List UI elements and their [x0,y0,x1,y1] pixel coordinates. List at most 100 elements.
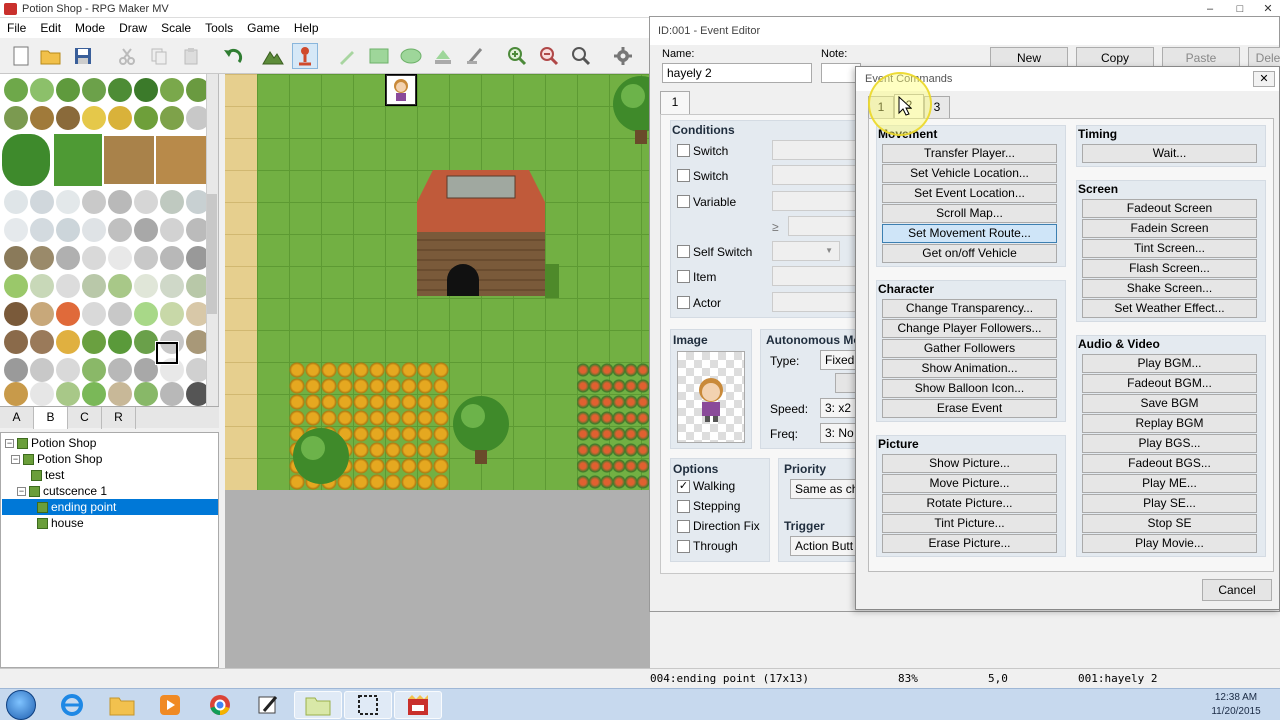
play-me-button[interactable]: Play ME... [1082,474,1257,493]
gather-followers-button[interactable]: Gather Followers [882,339,1057,358]
pencil-icon[interactable] [334,43,360,69]
self-switch-checkbox[interactable] [677,245,690,258]
through-checkbox[interactable] [677,540,690,553]
tileset-tab-c[interactable]: C [68,407,102,429]
stepping-checkbox[interactable] [677,500,690,513]
rotate-picture-button[interactable]: Rotate Picture... [882,494,1057,513]
show-balloon-icon-button[interactable]: Show Balloon Icon... [882,379,1057,398]
erase-event-button[interactable]: Erase Event [882,399,1057,418]
switch2-checkbox[interactable] [677,169,690,182]
tileset-palette[interactable] [0,74,219,406]
change-transparency-button[interactable]: Change Transparency... [882,299,1057,318]
database-icon[interactable] [610,43,636,69]
variable-select[interactable] [772,191,862,211]
map-canvas[interactable] [225,74,650,490]
tileset-tab-b[interactable]: B [34,407,68,429]
clock-date[interactable]: 11/20/2015 [1206,706,1266,717]
tree-item-house[interactable]: house [37,515,84,531]
editor-icon[interactable] [244,691,292,719]
transfer-player-button[interactable]: Transfer Player... [882,144,1057,163]
erase-picture-button[interactable]: Erase Picture... [882,534,1057,553]
tree-item-test[interactable]: test [31,467,64,483]
play-se-button[interactable]: Play SE... [1082,494,1257,513]
tileset-tab-a[interactable]: A [0,407,34,429]
variable-checkbox[interactable] [677,195,690,208]
shadow-pen-icon[interactable] [462,43,488,69]
undo-icon[interactable] [220,43,246,69]
save-bgm-button[interactable]: Save BGM [1082,394,1257,413]
cancel-button[interactable]: Cancel [1202,579,1272,601]
ellipse-icon[interactable] [398,43,424,69]
fill-icon[interactable] [430,43,456,69]
switch2-select[interactable] [772,165,862,185]
menu-tools[interactable]: Tools [198,21,240,35]
change-player-followers-button[interactable]: Change Player Followers... [882,319,1057,338]
replay-bgm-button[interactable]: Replay BGM [1082,414,1257,433]
menu-scale[interactable]: Scale [154,21,198,35]
get-on-off-vehicle-button[interactable]: Get on/off Vehicle [882,244,1057,263]
play-movie-button[interactable]: Play Movie... [1082,534,1257,553]
switch1-checkbox[interactable] [677,144,690,157]
variable-value[interactable] [788,216,862,236]
play-bgm-button[interactable]: Play BGM... [1082,354,1257,373]
show-animation-button[interactable]: Show Animation... [882,359,1057,378]
fadeout-bgs-button[interactable]: Fadeout BGS... [1082,454,1257,473]
menu-edit[interactable]: Edit [33,21,68,35]
snipping-tool-icon[interactable] [344,691,392,719]
menu-game[interactable]: Game [240,21,287,35]
paste-icon[interactable] [178,43,204,69]
wait-button[interactable]: Wait... [1082,144,1257,163]
event-name-field[interactable]: hayely 2 [662,63,812,83]
menu-draw[interactable]: Draw [112,21,154,35]
flash-screen-button[interactable]: Flash Screen... [1082,259,1257,278]
event-page-tab-1[interactable]: 1 [660,91,690,115]
show-picture-button[interactable]: Show Picture... [882,454,1057,473]
clock-time[interactable]: 12:38 AM [1206,692,1266,703]
tint-screen-button[interactable]: Tint Screen... [1082,239,1257,258]
explorer-icon[interactable] [98,691,146,719]
tint-picture-button[interactable]: Tint Picture... [882,514,1057,533]
minimize-button[interactable]: – [1200,2,1220,16]
walking-checkbox[interactable]: ✓ [677,480,690,493]
chrome-icon[interactable] [196,691,244,719]
folder-window-icon[interactable] [294,691,342,719]
maximize-button[interactable]: □ [1230,2,1250,16]
menu-help[interactable]: Help [287,21,326,35]
fadeout-screen-button[interactable]: Fadeout Screen [1082,199,1257,218]
rectangle-icon[interactable] [366,43,392,69]
menu-file[interactable]: File [0,21,33,35]
set-movement-route-button[interactable]: Set Movement Route... [882,224,1057,243]
rpg-maker-icon[interactable] [394,691,442,719]
move-picture-button[interactable]: Move Picture... [882,474,1057,493]
switch1-select[interactable] [772,140,862,160]
tileset-tab-r[interactable]: R [102,407,136,429]
tree-item-potion-shop[interactable]: − Potion Shop [11,451,102,467]
set-weather-effect-button[interactable]: Set Weather Effect... [1082,299,1257,318]
zoom-in-icon[interactable] [504,43,530,69]
ie-icon[interactable] [48,691,96,719]
play-bgs-button[interactable]: Play BGS... [1082,434,1257,453]
open-folder-icon[interactable] [38,43,64,69]
actor-select[interactable] [772,292,862,312]
save-icon[interactable] [70,43,96,69]
tree-item-cutscence[interactable]: − cutscence 1 [17,483,107,499]
tree-item-ending-point[interactable]: ending point [2,499,218,515]
copy-icon[interactable] [146,43,172,69]
map-mode-icon[interactable] [260,43,286,69]
set-event-location-button[interactable]: Set Event Location... [882,184,1057,203]
item-select[interactable] [772,266,862,286]
cut-icon[interactable] [114,43,140,69]
menu-mode[interactable]: Mode [68,21,112,35]
new-project-icon[interactable] [8,43,34,69]
event-image-preview[interactable] [677,351,745,443]
zoom-actual-icon[interactable] [568,43,594,69]
zoom-out-icon[interactable] [536,43,562,69]
actor-checkbox[interactable] [677,296,690,309]
scroll-map-button[interactable]: Scroll Map... [882,204,1057,223]
start-button-icon[interactable] [6,690,36,720]
dialog-close-icon[interactable]: ✕ [1253,71,1275,87]
stop-se-button[interactable]: Stop SE [1082,514,1257,533]
tree-item-project[interactable]: − Potion Shop [5,435,96,451]
media-player-icon[interactable] [146,691,194,719]
player-event-icon[interactable] [386,75,416,105]
